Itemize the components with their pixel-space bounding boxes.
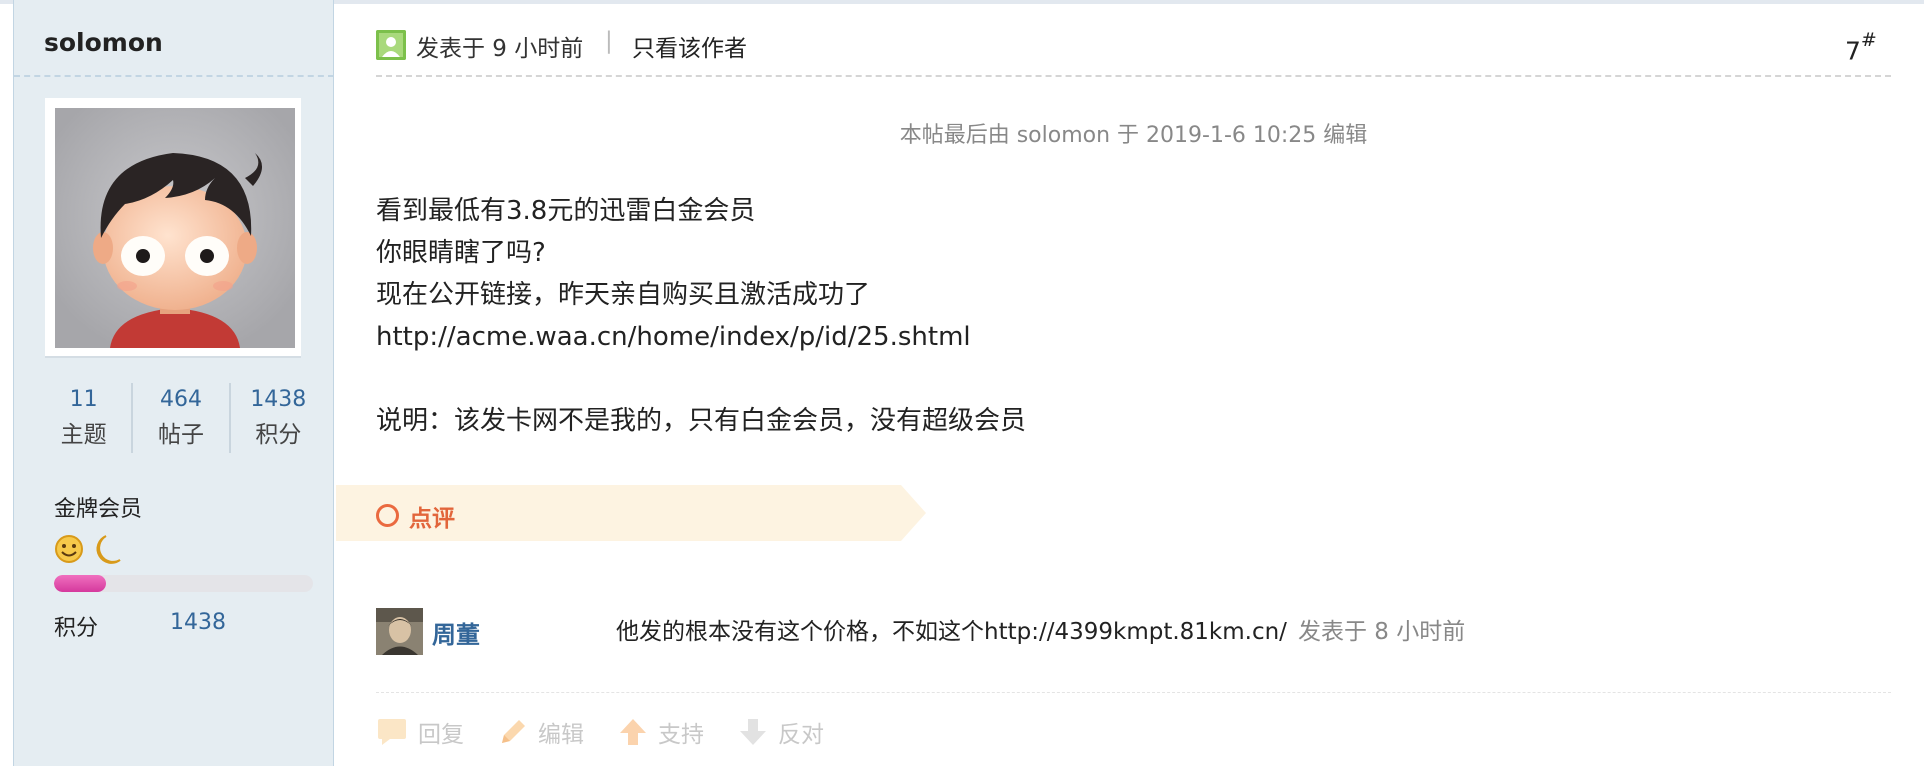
edit-button[interactable]: 编辑 — [498, 715, 584, 749]
post-line: 你眼睛瞎了吗? — [376, 238, 546, 268]
smiley-icon — [55, 535, 83, 563]
post-line: 现在公开链接，昨天亲自购买且激活成功了 — [376, 280, 871, 310]
oppose-button[interactable]: 反对 — [738, 715, 824, 749]
comment-text: 他发的根本没有这个价格，不如这个http://4399kmpt.81km.cn/ — [616, 619, 1287, 645]
stat-points-value: 1438 — [250, 387, 307, 412]
member-level[interactable]: 金牌会员 — [54, 491, 142, 523]
level-progress-bar — [54, 575, 313, 592]
post-actions: 回复 编辑 支持 反对 — [376, 712, 858, 752]
stat-posts[interactable]: 464 帖子 — [131, 383, 228, 453]
comment-username[interactable]: 周董 — [432, 615, 480, 650]
post-body: 看到最低有3.8元的迅雷白金会员 你眼睛瞎了吗? 现在公开链接，昨天亲自购买且激… — [376, 190, 1026, 442]
stat-threads[interactable]: 11 主题 — [36, 383, 131, 453]
edit-icon — [502, 720, 525, 743]
comment-time: 发表于 8 小时前 — [1298, 619, 1466, 645]
reply-icon — [378, 719, 406, 745]
post-header-divider — [376, 75, 1891, 77]
online-status-icon — [376, 30, 406, 60]
level-icons — [54, 532, 144, 566]
floor-number[interactable]: 7# — [1845, 29, 1877, 66]
only-author-link[interactable]: 只看该作者 — [632, 29, 747, 63]
comments-label: 点评 — [409, 506, 455, 532]
floor-number-suffix: # — [1860, 29, 1877, 51]
stat-posts-value: 464 — [159, 387, 202, 412]
moon-icon — [96, 535, 121, 564]
post-line: 看到最低有3.8元的迅雷白金会员 — [376, 196, 756, 226]
points-value: 1438 — [170, 610, 226, 635]
edit-label: 编辑 — [538, 722, 584, 748]
stat-points[interactable]: 1438 积分 — [228, 383, 326, 453]
support-button[interactable]: 支持 — [618, 715, 704, 749]
author-sidebar: solomon 11 主题 464 帖子 1438 积分 金牌会员 积分 143… — [13, 0, 334, 766]
oppose-icon — [740, 719, 766, 745]
stat-points-label: 积分 — [255, 422, 302, 448]
comments-circle-icon — [376, 504, 399, 527]
author-avatar[interactable] — [45, 98, 301, 356]
actions-divider — [376, 692, 1891, 693]
post-note: 说明：该发卡网不是我的，只有白金会员，没有超级会员 — [376, 406, 1027, 436]
post-time: 发表于 9 小时前 — [416, 36, 584, 62]
stat-threads-label: 主题 — [60, 422, 107, 448]
points-label: 积分 — [54, 616, 99, 641]
support-icon — [620, 719, 646, 745]
level-progress-fill — [54, 575, 106, 592]
edit-note: 本帖最后由 solomon 于 2019-1-6 10:25 编辑 — [899, 123, 1368, 148]
support-label: 支持 — [658, 722, 704, 748]
avatar-image — [55, 108, 295, 348]
sidebar-divider — [14, 75, 334, 77]
author-username[interactable]: solomon — [44, 28, 163, 57]
header-pipe: | — [605, 28, 613, 54]
comments-header: 点评 — [336, 485, 926, 541]
floor-number-value: 7 — [1845, 36, 1861, 66]
comment-avatar[interactable] — [376, 608, 423, 655]
stat-threads-value: 11 — [69, 387, 98, 412]
stat-posts-label: 帖子 — [157, 422, 204, 448]
post-link[interactable]: http://acme.waa.cn/home/index/p/id/25.sh… — [376, 316, 1026, 358]
reply-label: 回复 — [418, 722, 464, 748]
oppose-label: 反对 — [778, 722, 824, 748]
post-gap — [376, 358, 1026, 400]
author-stats: 11 主题 464 帖子 1438 积分 — [36, 383, 326, 453]
reply-button[interactable]: 回复 — [376, 715, 464, 749]
